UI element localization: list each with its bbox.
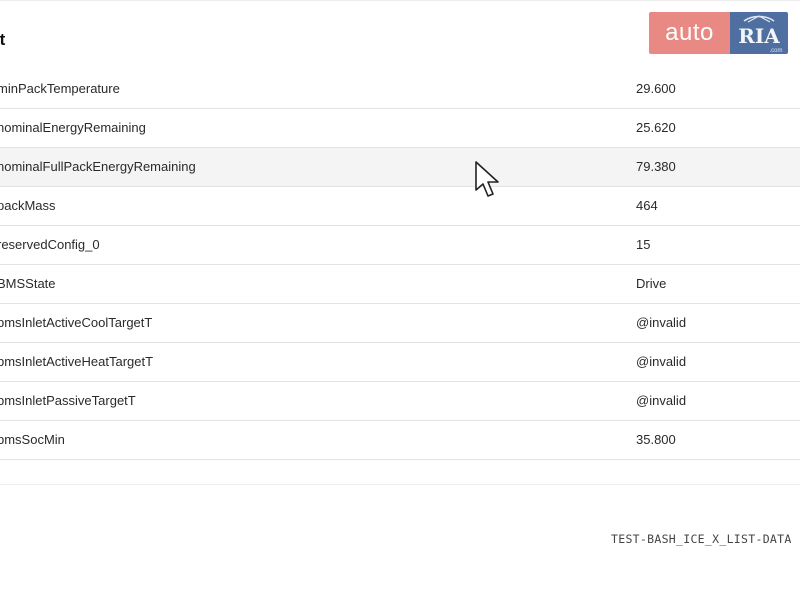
row-key: bmsSocMin (0, 432, 65, 447)
row-key: nominalFullPackEnergyRemaining (0, 159, 196, 174)
row-value: 35.800 (636, 432, 676, 447)
footer-divider (0, 484, 800, 485)
row-value: 464 (636, 198, 658, 213)
list-row: nominalEnergyRemaining 25.620 (0, 109, 800, 148)
page: st auto RIA .com minPackTemperature 29.6… (0, 0, 800, 600)
row-key: reservedConfig_0 (0, 237, 100, 252)
row-key: minPackTemperature (0, 81, 120, 96)
list-row: bmsInletPassiveTargetT @invalid (0, 382, 800, 421)
row-key: nominalEnergyRemaining (0, 120, 146, 135)
row-value: 79.380 (636, 159, 676, 174)
logo-auto-text: auto (649, 12, 730, 54)
row-value: 15 (636, 237, 651, 252)
row-key: bmsInletActiveHeatTargetT (0, 354, 154, 369)
list-row-hovered: nominalFullPackEnergyRemaining 79.380 (0, 148, 800, 187)
row-key: bmsInletPassiveTargetT (0, 393, 136, 408)
logo-ria-domain: .com (769, 48, 782, 54)
ria-emblem-icon: RIA .com (738, 15, 783, 54)
row-key: BMSState (0, 276, 56, 291)
list-row: BMSState Drive (0, 265, 800, 304)
row-value: 29.600 (636, 81, 676, 96)
data-list: minPackTemperature 29.600 nominalEnergyR… (0, 70, 800, 460)
mouse-pointer-icon (475, 161, 499, 197)
row-value: 25.620 (636, 120, 676, 135)
autoria-watermark-logo: auto RIA .com (649, 12, 788, 54)
list-row: bmsInletActiveHeatTargetT @invalid (0, 343, 800, 382)
list-row: minPackTemperature 29.600 (0, 70, 800, 109)
logo-ria-badge: RIA .com (730, 12, 788, 54)
row-value: Drive (636, 276, 667, 291)
logo-ria-text: RIA (738, 24, 780, 48)
section-title: st (0, 30, 6, 49)
row-key: bmsInletActiveCoolTargetT (0, 315, 153, 330)
list-row: reservedConfig_0 15 (0, 226, 800, 265)
row-value: @invalid (636, 354, 687, 369)
top-divider (0, 0, 800, 1)
list-row: packMass 464 (0, 187, 800, 226)
list-row: bmsSocMin 35.800 (0, 421, 800, 460)
list-row: bmsInletActiveCoolTargetT @invalid (0, 304, 800, 343)
row-value: @invalid (636, 393, 687, 408)
row-value: @invalid (636, 315, 687, 330)
test-identifier: TEST-BASH_ICE_X_LIST-DATA (611, 532, 792, 546)
row-key: packMass (0, 198, 56, 213)
